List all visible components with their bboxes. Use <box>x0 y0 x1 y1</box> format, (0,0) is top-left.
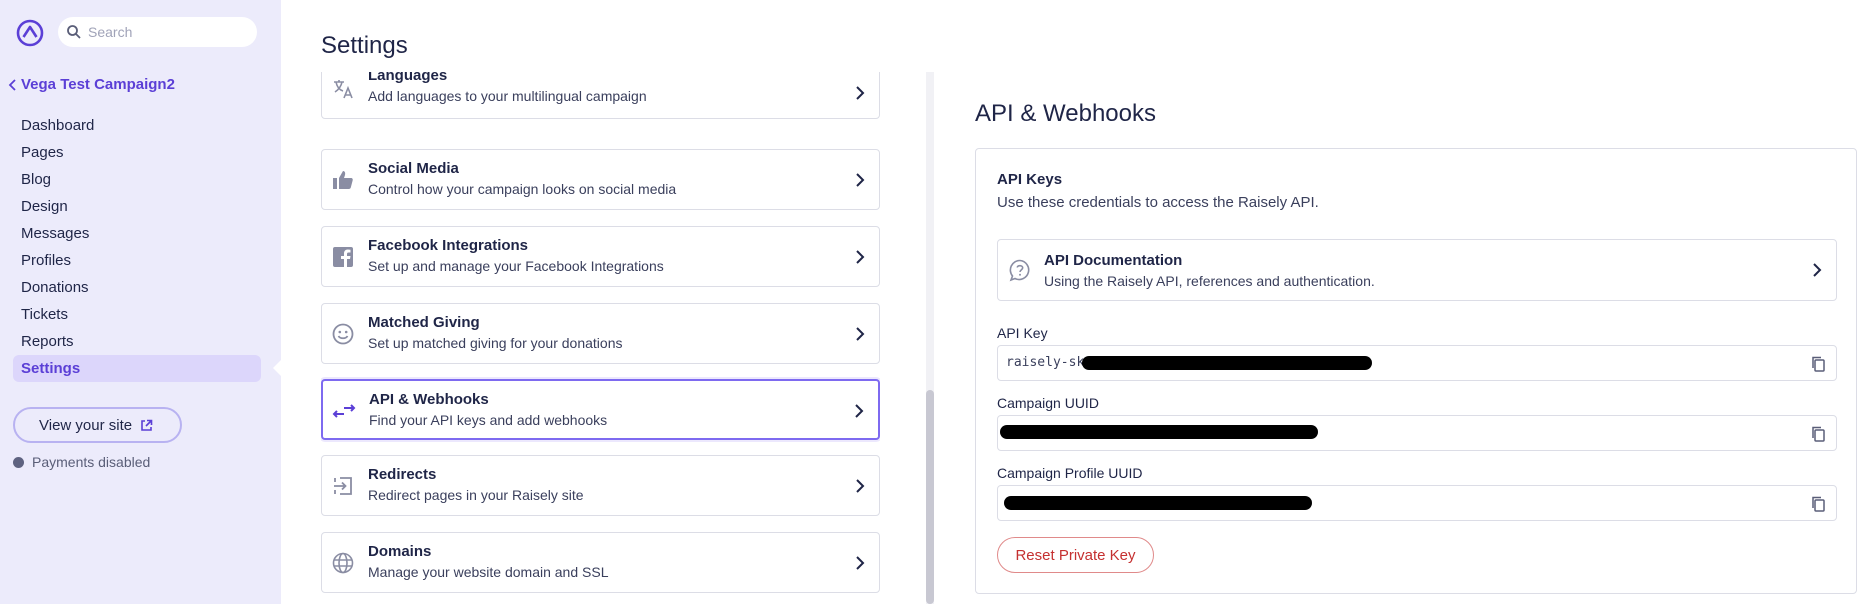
list-scrollbar[interactable] <box>926 72 934 604</box>
settings-item-languages[interactable]: Languages Add languages to your multilin… <box>321 72 880 119</box>
copy-icon[interactable] <box>1810 495 1826 513</box>
smiley-icon <box>332 323 354 345</box>
settings-item-redirects[interactable]: Redirects Redirect pages in your Raisely… <box>321 455 880 516</box>
api-keys-panel: API Keys Use these credentials to access… <box>975 148 1857 594</box>
redirect-icon <box>334 477 352 495</box>
redaction-mark <box>1082 356 1372 370</box>
doc-desc: Using the Raisely API, references and au… <box>1044 273 1375 289</box>
section-desc: Use these credentials to access the Rais… <box>997 194 1319 211</box>
search-box[interactable]: Search <box>58 17 257 47</box>
settings-item-social-media[interactable]: Social Media Control how your campaign l… <box>321 149 880 210</box>
api-key-value[interactable]: raisely-sk- <box>1006 355 1092 370</box>
settings-list: Languages Add languages to your multilin… <box>321 72 880 604</box>
sidebar-item-dashboard[interactable]: Dashboard <box>13 112 261 139</box>
sidebar-item-settings[interactable]: Settings <box>13 355 261 382</box>
help-icon <box>1009 259 1030 282</box>
sidebar-item-design[interactable]: Design <box>13 193 261 220</box>
chevron-right-icon <box>856 250 865 264</box>
facebook-icon <box>333 247 353 267</box>
copy-icon[interactable] <box>1810 355 1826 373</box>
sidebar-item-tickets[interactable]: Tickets <box>13 301 261 328</box>
view-site-label: View your site <box>39 416 133 434</box>
sidebar-item-blog[interactable]: Blog <box>13 166 261 193</box>
sidebar: Search Vega Test Campaign2 Dashboard Pag… <box>0 0 281 604</box>
active-indicator <box>273 360 281 376</box>
chevron-right-icon <box>1813 263 1822 277</box>
settings-item-title: Redirects <box>368 466 437 483</box>
settings-item-title: Social Media <box>368 160 459 177</box>
status-dot <box>13 456 24 468</box>
sidebar-nav: Dashboard Pages Blog Design Messages Pro… <box>13 112 261 382</box>
settings-item-desc: Set up matched giving for your donations <box>368 335 623 351</box>
campaign-uuid-label: Campaign UUID <box>997 395 1099 411</box>
chevron-right-icon <box>856 173 865 187</box>
sidebar-item-reports[interactable]: Reports <box>13 328 261 355</box>
campaign-name[interactable]: Vega Test Campaign2 <box>21 76 175 93</box>
chevron-right-icon <box>856 556 865 570</box>
campaign-back-link[interactable]: Vega Test Campaign2 <box>7 76 175 93</box>
settings-item-title: Facebook Integrations <box>368 237 529 254</box>
settings-item-facebook-integrations[interactable]: Facebook Integrations Set up and manage … <box>321 226 880 287</box>
settings-item-desc: Add languages to your multilingual campa… <box>368 88 647 104</box>
settings-item-title: Matched Giving <box>368 314 480 331</box>
search-icon <box>67 25 81 39</box>
external-link-icon <box>141 419 153 431</box>
view-site-button[interactable]: View your site <box>13 407 182 443</box>
raisely-logo-icon[interactable] <box>16 19 44 47</box>
api-key-field[interactable]: raisely-sk- <box>997 345 1837 381</box>
chevron-right-icon <box>856 86 865 100</box>
settings-item-domains[interactable]: Domains Manage your website domain and S… <box>321 532 880 593</box>
settings-item-api-webhooks[interactable]: API & Webhooks Find your API keys and ad… <box>321 379 880 440</box>
settings-item-title: API & Webhooks <box>369 391 489 408</box>
section-title: API Keys <box>997 171 1063 188</box>
settings-item-matched-giving[interactable]: Matched Giving Set up matched giving for… <box>321 303 880 364</box>
settings-item-title: Domains <box>368 543 432 560</box>
globe-icon <box>332 552 354 574</box>
copy-icon[interactable] <box>1810 425 1826 443</box>
settings-item-desc: Redirect pages in your Raisely site <box>368 487 584 503</box>
sidebar-item-profiles[interactable]: Profiles <box>13 247 261 274</box>
campaign-uuid-field[interactable] <box>997 415 1837 451</box>
settings-item-title: Languages <box>368 72 448 84</box>
panel-title: API & Webhooks <box>975 100 1156 127</box>
redaction-mark <box>1000 425 1318 439</box>
chevron-right-icon <box>856 327 865 341</box>
compare-arrows-icon <box>332 404 356 418</box>
api-documentation-link[interactable]: API Documentation Using the Raisely API,… <box>997 239 1837 301</box>
search-placeholder[interactable]: Search <box>88 24 132 40</box>
settings-item-desc: Manage your website domain and SSL <box>368 564 609 580</box>
chevron-right-icon <box>856 479 865 493</box>
reset-private-key-button[interactable]: Reset Private Key <box>997 537 1154 573</box>
thumbs-up-icon <box>333 171 353 189</box>
settings-item-desc: Set up and manage your Facebook Integrat… <box>368 258 664 274</box>
sidebar-item-pages[interactable]: Pages <box>13 139 261 166</box>
translate-icon <box>334 80 353 99</box>
page-title: Settings <box>321 32 408 59</box>
chevron-right-icon <box>855 404 864 418</box>
settings-item-desc: Find your API keys and add webhooks <box>369 412 608 428</box>
settings-item-desc: Control how your campaign looks on socia… <box>368 181 677 197</box>
doc-title: API Documentation <box>1044 252 1183 269</box>
redaction-mark <box>1004 496 1312 510</box>
chevron-left-icon <box>8 78 16 91</box>
sidebar-item-donations[interactable]: Donations <box>13 274 261 301</box>
sidebar-item-messages[interactable]: Messages <box>13 220 261 247</box>
scrollbar-thumb[interactable] <box>926 390 934 604</box>
api-key-label: API Key <box>997 325 1048 341</box>
payments-status: Payments disabled <box>13 454 150 470</box>
profile-uuid-field[interactable] <box>997 485 1837 521</box>
payments-status-text: Payments disabled <box>32 454 151 470</box>
profile-uuid-label: Campaign Profile UUID <box>997 465 1143 481</box>
